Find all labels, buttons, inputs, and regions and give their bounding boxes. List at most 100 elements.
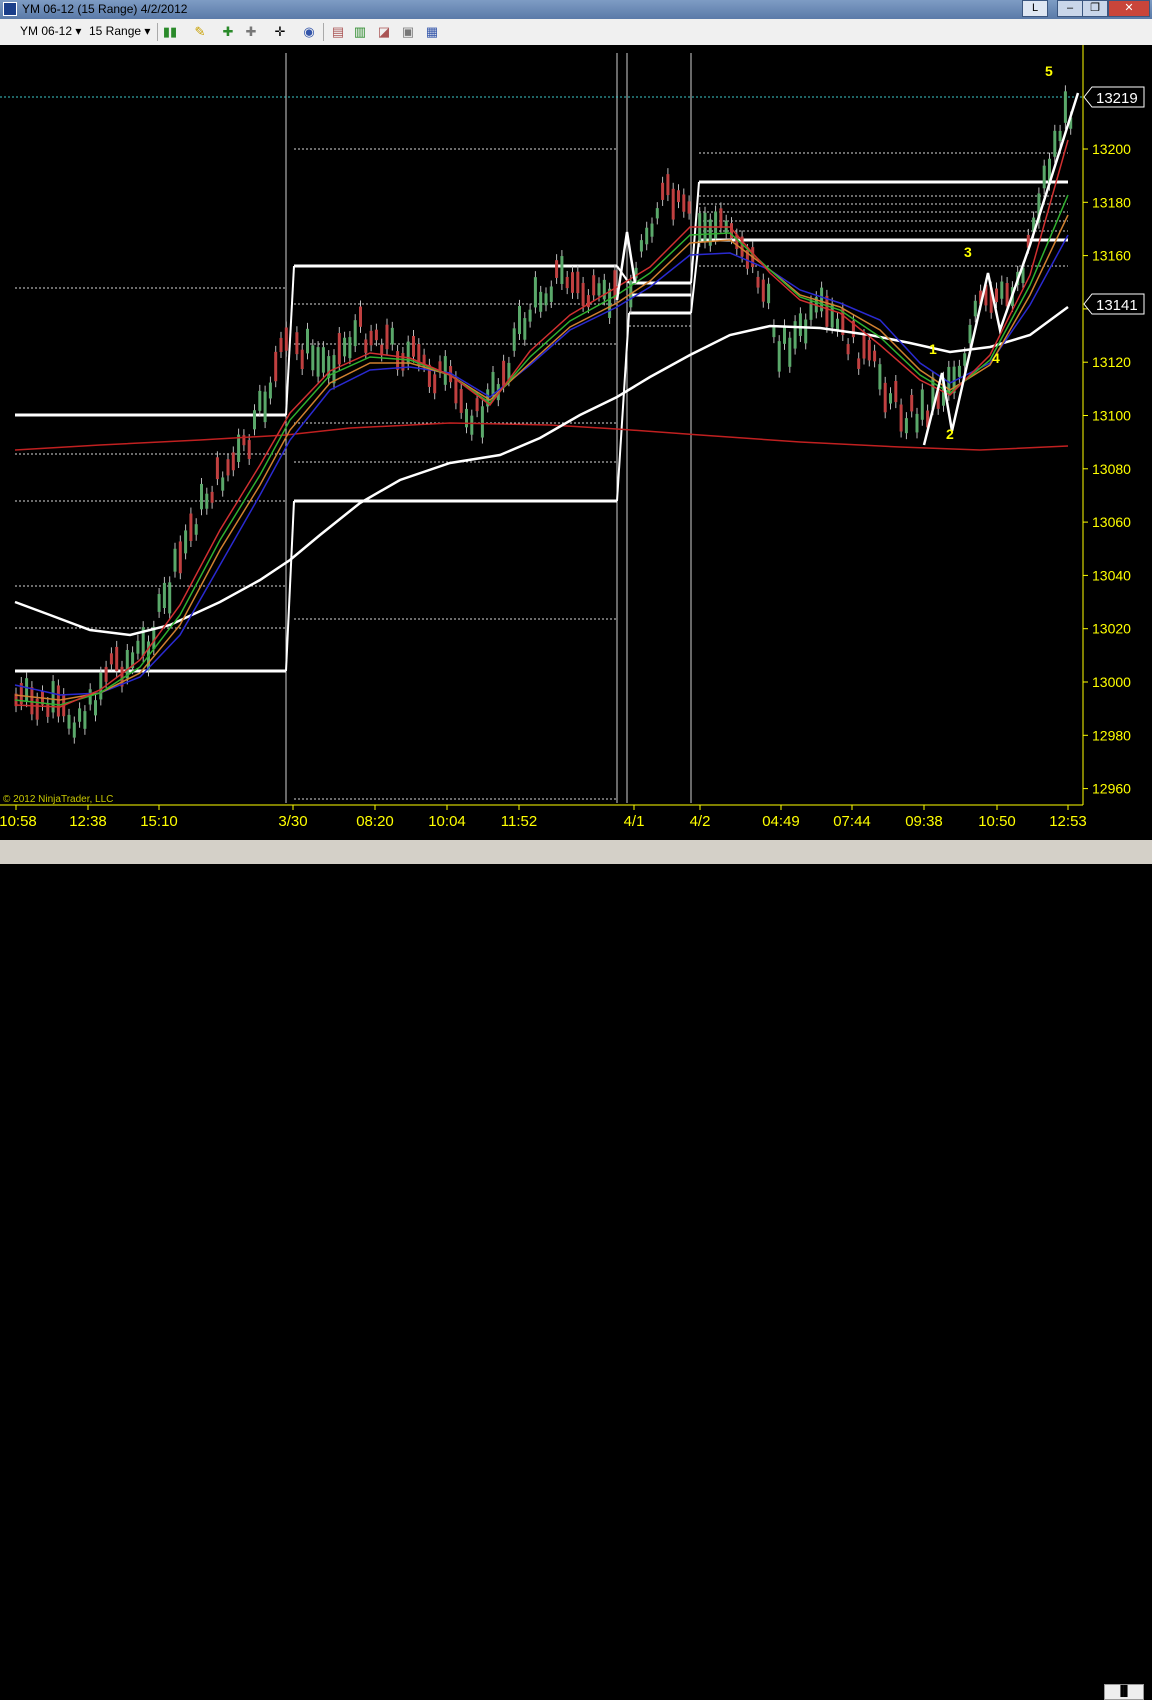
close-button[interactable]: ✕ [1108,0,1150,17]
candle-body [671,188,675,220]
candle-body [756,276,760,288]
candle-body [369,330,373,346]
candle-body [518,305,521,335]
link-button[interactable]: L [1022,0,1048,17]
candle-body [316,347,320,377]
data-box-icon[interactable]: ◉ [301,24,317,40]
candle-body [687,201,691,214]
properties-icon[interactable]: ▣ [400,24,416,40]
candle-body [910,394,914,412]
candle-body [857,358,861,369]
interval-label: 15 Range [89,24,142,38]
chart-trader-icon[interactable]: ◪ [376,24,392,40]
candle-body [364,339,368,353]
maximize-button[interactable]: ❐ [1082,0,1108,17]
candle-body [475,398,479,412]
candle-body [433,374,437,394]
time-tick-label: 4/1 [624,813,645,830]
candle-body [157,594,161,612]
wave-label: 4 [992,350,1000,366]
candle-body [67,714,71,729]
last-price-label: 13219 [1096,90,1138,107]
candle-body [655,208,659,219]
candle-body [443,356,447,385]
candle-body [899,404,903,432]
candle-body [719,208,723,228]
candle-body [231,452,235,471]
candle-body [714,211,718,239]
title-bar: YM 06-12 (15 Range) 4/2/2012 L – ❐ ✕ [0,0,1152,19]
time-tick-label: 04:49 [762,813,800,830]
wave-label: 2 [946,426,954,442]
candle-body [390,327,394,345]
chevron-down-icon: ▾ [144,24,151,38]
interval-selector[interactable]: 15 Range ▾ [89,24,150,38]
candle-body [374,329,378,341]
candle-body [470,415,474,435]
price-tick-label: 12960 [1092,781,1131,797]
candle-body [968,324,972,344]
drawing-tool-icon[interactable]: ✎ [192,24,208,40]
candle-body [836,318,839,331]
candle-body [311,345,315,371]
price-tick-label: 13180 [1092,194,1131,210]
candle-body [56,685,60,717]
candle-body [682,194,686,212]
time-tick-label: 4/2 [690,813,711,830]
minimize-button[interactable]: – [1057,0,1083,17]
price-tick-label: 12980 [1092,727,1131,743]
candle-body [533,277,537,308]
candle-body [1058,130,1062,142]
candle-body [279,337,283,353]
zoom-out-icon[interactable]: ✚ [243,24,259,40]
candle-body [46,702,50,717]
candle-body [396,351,400,370]
indicators-icon[interactable]: ▤ [330,24,346,40]
candle-body [639,240,643,252]
price-tick-label: 13040 [1092,567,1131,583]
wave-label: 5 [1045,63,1053,79]
candle-body [253,410,256,430]
candle-body [226,459,230,476]
candle-body [502,360,506,387]
price-tick-label: 13060 [1092,514,1131,530]
candle-body [162,582,166,608]
candle-body [221,477,225,491]
candle-body [210,491,214,503]
candle-body [862,335,866,359]
candle-body [565,276,569,289]
toolbar-divider [157,23,158,41]
wave-label: 1 [929,341,937,357]
candle-body [337,333,341,365]
candle-body [237,434,241,463]
candle-body [406,341,410,365]
app-icon [3,2,17,16]
zoom-in-icon[interactable]: ✚ [220,24,236,40]
candle-body [608,288,612,318]
time-tick-label: 07:44 [833,813,871,830]
candle-body [51,681,55,713]
candle-body [915,413,919,433]
time-tick-label: 3/30 [278,813,307,830]
candle-body [480,406,484,438]
instrument-selector[interactable]: YM 06-12 ▾ [20,24,81,38]
candle-body [777,341,781,372]
price-chart[interactable]: 1 2 3 4 5 132001318013160131401312013100… [0,45,1152,840]
candle-body [189,513,193,541]
window-linking-icon[interactable]: ▦ [424,24,440,40]
candle-body [650,223,654,237]
crosshair-icon[interactable]: ✛ [272,24,288,40]
chart-style-icon[interactable]: ▮▮ [162,24,178,40]
candle-body [94,700,97,716]
candle-body [560,256,564,284]
candle-body [894,380,898,403]
candle-body [412,335,415,357]
candle-body [592,275,596,296]
copyright-text: © 2012 NinjaTrader, LLC [3,794,113,805]
candle-body [78,708,82,722]
time-tick-label: 12:38 [69,813,107,830]
price-tick-label: 13000 [1092,674,1131,690]
strategies-icon[interactable]: ▥ [352,24,368,40]
candle-body [1000,281,1004,299]
scroll-control[interactable]: ▐▌ [1104,1684,1144,1700]
